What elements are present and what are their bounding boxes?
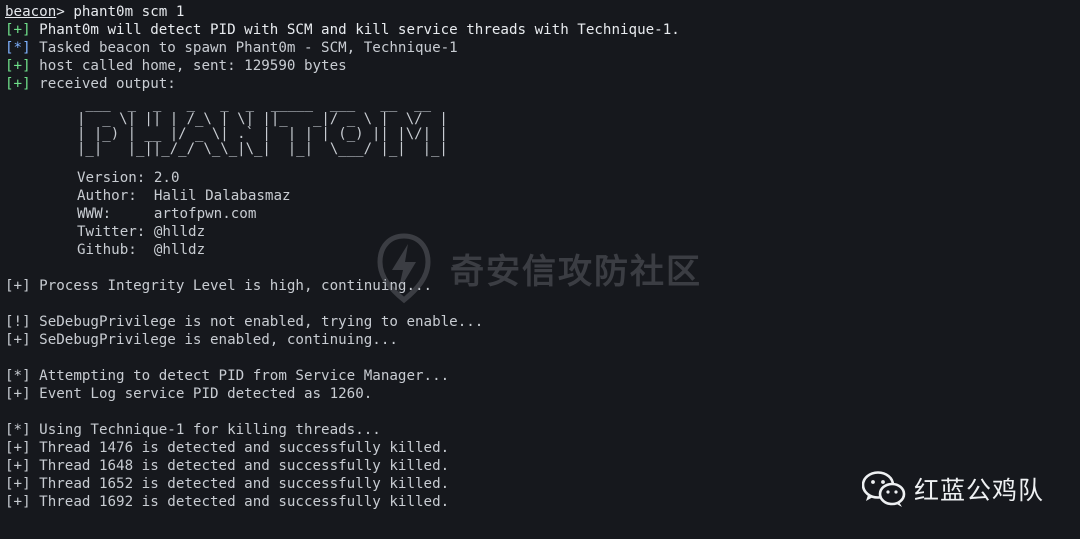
brand: 红蓝公鸡队 xyxy=(862,470,1044,508)
header-line: [*] Tasked beacon to spawn Phant0m - SCM… xyxy=(5,40,458,56)
output-line: [+] Event Log service PID detected as 12… xyxy=(5,386,373,402)
header-lines: [+] Phant0m will detect PID with SCM and… xyxy=(5,21,680,93)
output-line: [!] SeDebugPrivilege is not enabled, try… xyxy=(5,314,484,330)
brand-text: 红蓝公鸡队 xyxy=(914,476,1045,505)
output-line: [+] SeDebugPrivilege is enabled, continu… xyxy=(5,332,398,348)
watermark-text: 奇安信攻防社区 xyxy=(450,251,702,292)
header-line: [+] Phant0m will detect PID with SCM and… xyxy=(5,22,680,38)
version-label: Version: xyxy=(77,170,146,186)
wechat-icon xyxy=(862,471,906,507)
header-line-text: Tasked beacon to spawn Phant0m - SCM, Te… xyxy=(30,40,458,56)
output-line: [+] Thread 1476 is detected and successf… xyxy=(5,440,450,456)
output-line: [*] Attempting to detect PID from Servic… xyxy=(5,368,450,384)
output-lines: [+] Process Integrity Level is high, con… xyxy=(5,277,680,511)
author-line: Author: Halil Dalabasmaz xyxy=(77,187,680,205)
watermark: 奇安信攻防社区 xyxy=(372,232,702,304)
output-line: [+] Thread 1692 is detected and successf… xyxy=(5,494,450,510)
www-label: WWW: xyxy=(77,206,112,222)
header-line-text: Phant0m will detect PID with SCM and kil… xyxy=(30,22,680,38)
output-line: [*] Using Technique-1 for killing thread… xyxy=(5,422,381,438)
www-line: WWW: artofpwn.com xyxy=(77,205,680,223)
output-line: [+] Thread 1652 is detected and successf… xyxy=(5,476,450,492)
header-line-text: host called home, sent: 129590 bytes xyxy=(30,58,347,74)
version-value: 2.0 xyxy=(145,170,180,186)
author-label: Author: xyxy=(77,188,137,204)
header-line: [+] host called home, sent: 129590 bytes xyxy=(5,58,347,74)
github-label: Github: xyxy=(77,242,137,258)
prompt-line: beacon> phant0m scm 1 xyxy=(5,3,680,21)
github-value: @hlldz xyxy=(136,242,206,258)
version-line: Version: 2.0 xyxy=(77,169,680,187)
header-line: [+] received output: xyxy=(5,76,176,92)
prompt-command: > phant0m scm 1 xyxy=(56,4,185,20)
author-value: Halil Dalabasmaz xyxy=(136,188,291,204)
www-value: artofpwn.com xyxy=(111,206,257,222)
twitter-label: Twitter: xyxy=(77,224,146,240)
phantom-ascii-art: ___ _ _ _ _ _ _____ ___ __ __ | _ \| || … xyxy=(77,96,448,157)
prompt-word: beacon xyxy=(5,4,57,20)
lightning-shield-icon xyxy=(377,233,431,304)
output-line: [+] Thread 1648 is detected and successf… xyxy=(5,458,450,474)
twitter-value: @hlldz xyxy=(145,224,206,240)
header-line-text: received output: xyxy=(30,76,176,92)
